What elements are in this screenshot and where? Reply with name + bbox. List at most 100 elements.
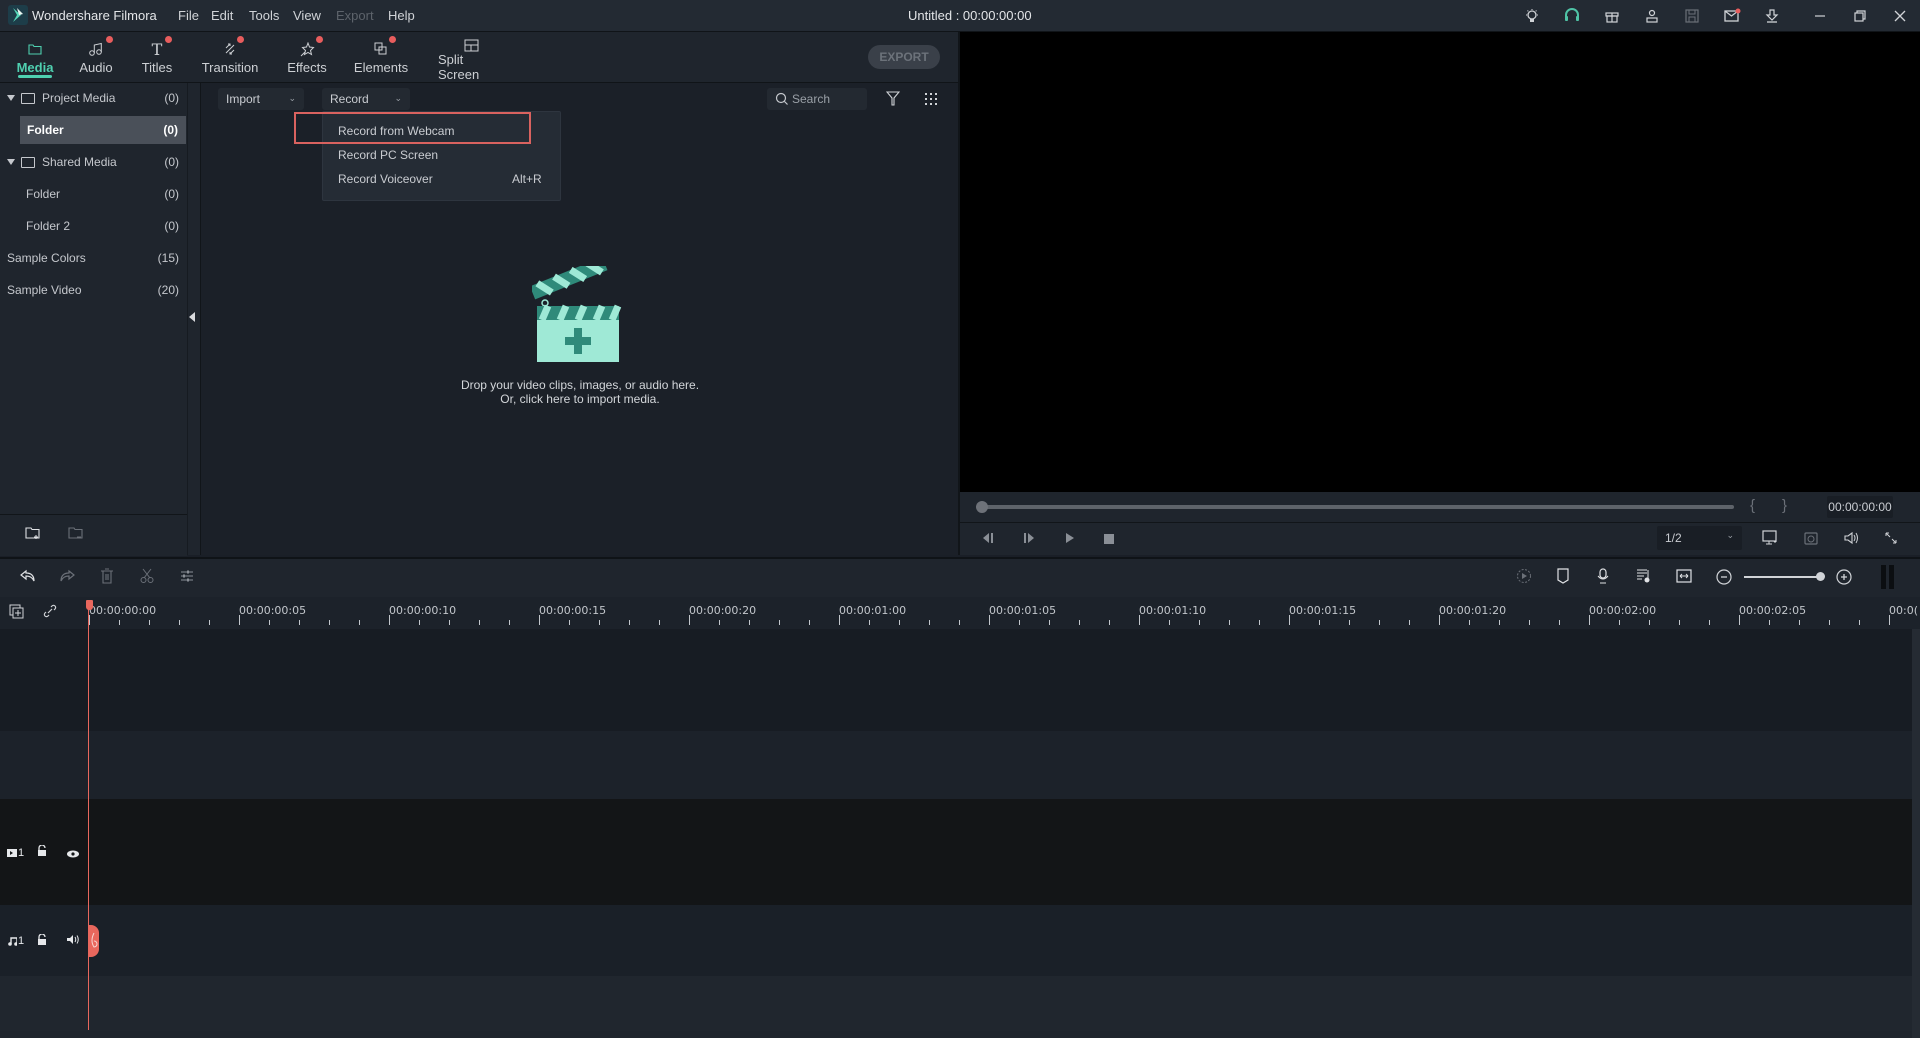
- preview-timecode: 00:00:00:00: [1827, 496, 1893, 518]
- ruler-minor-tick: [1529, 620, 1530, 625]
- clapperboard-add-icon[interactable]: [529, 257, 624, 365]
- preview-progress-track[interactable]: [978, 505, 1734, 509]
- record-voiceover-mic-icon[interactable]: [1596, 568, 1610, 587]
- audio-mixer-icon[interactable]: [1636, 568, 1652, 587]
- minimize-icon[interactable]: [1809, 5, 1831, 27]
- previous-frame-icon[interactable]: [982, 532, 994, 547]
- empty-track-area[interactable]: [0, 629, 1912, 731]
- ruler-minor-tick: [509, 620, 510, 625]
- fit-to-timeline-icon[interactable]: [1676, 569, 1692, 586]
- collapse-panel-arrow-icon[interactable]: [189, 312, 195, 322]
- expand-caret-icon[interactable]: [7, 95, 15, 101]
- ruler-time-label: 00:00:00:10: [389, 604, 457, 617]
- tree-item-folder[interactable]: Folder (0): [0, 180, 187, 208]
- speaker-volume-icon[interactable]: [67, 934, 79, 948]
- account-icon[interactable]: [1641, 5, 1663, 27]
- tree-item-shared-media[interactable]: Shared Media (0): [0, 148, 187, 176]
- playhead-handle[interactable]: [86, 600, 93, 610]
- grid-view-icon[interactable]: [924, 92, 938, 109]
- empty-track-area[interactable]: [0, 731, 1912, 799]
- menu-item-record-voiceover[interactable]: Record Voiceover: [338, 172, 433, 186]
- timeline-zoom-slider[interactable]: [1744, 576, 1822, 578]
- restore-icon[interactable]: [1849, 5, 1871, 27]
- new-folder-icon[interactable]: [25, 526, 41, 543]
- drop-zone-line-2: Or, click here to import media.: [500, 392, 660, 406]
- video-track-1[interactable]: [0, 799, 1912, 905]
- eye-visibility-icon[interactable]: [67, 847, 79, 861]
- timeline-vertical-scrollbar[interactable]: [1912, 629, 1920, 1038]
- tab-transition[interactable]: Transition: [202, 32, 258, 82]
- expand-caret-icon[interactable]: [7, 159, 15, 165]
- ruler-minor-tick: [1349, 620, 1350, 625]
- volume-icon[interactable]: [1843, 530, 1859, 549]
- mark-out-button[interactable]: }: [1782, 497, 1787, 514]
- preview-progress-handle[interactable]: [976, 501, 988, 513]
- menu-tools[interactable]: Tools: [249, 8, 279, 23]
- tree-item-count: (20): [157, 283, 179, 297]
- ruler-time-label: 00:00:00:15: [539, 604, 607, 617]
- play-icon[interactable]: [1064, 532, 1076, 547]
- tab-effects-label: Effects: [287, 60, 327, 75]
- adjust-settings-icon[interactable]: [180, 569, 194, 586]
- ruler-time-label: 00:00:00:20: [689, 604, 757, 617]
- close-icon[interactable]: [1889, 5, 1911, 27]
- tree-item-count: (0): [164, 91, 179, 105]
- ruler-minor-tick: [659, 620, 660, 625]
- headset-support-icon[interactable]: [1561, 5, 1583, 27]
- snapshot-camera-icon[interactable]: [1803, 530, 1819, 549]
- search-input[interactable]: Search: [767, 88, 867, 110]
- zoom-out-icon[interactable]: [1716, 569, 1732, 588]
- tab-media[interactable]: Media: [14, 32, 56, 82]
- tree-item-sample-colors[interactable]: Sample Colors (15): [0, 244, 187, 272]
- tab-elements[interactable]: Elements: [353, 32, 409, 82]
- tree-item-project-media[interactable]: Project Media (0): [0, 84, 187, 112]
- tab-titles[interactable]: T Titles: [140, 32, 174, 82]
- mark-in-button[interactable]: {: [1750, 497, 1755, 514]
- display-settings-icon[interactable]: [1762, 530, 1778, 549]
- lock-open-icon[interactable]: [37, 933, 47, 949]
- menu-edit[interactable]: Edit: [211, 8, 233, 23]
- folder-icon: [21, 156, 35, 168]
- add-marker-icon[interactable]: [1556, 568, 1570, 587]
- record-dropdown[interactable]: Record ⌄: [322, 88, 410, 110]
- menu-item-record-pc-screen[interactable]: Record PC Screen: [338, 148, 438, 162]
- gift-icon[interactable]: [1601, 5, 1623, 27]
- tree-item-sample-video[interactable]: Sample Video (20): [0, 276, 187, 304]
- menu-help[interactable]: Help: [388, 8, 415, 23]
- drop-zone-text[interactable]: Drop your video clips, images, or audio …: [420, 378, 740, 406]
- import-dropdown[interactable]: Import ⌄: [218, 88, 304, 110]
- lightbulb-icon[interactable]: [1521, 5, 1543, 27]
- menu-file[interactable]: File: [178, 8, 199, 23]
- zoom-in-icon[interactable]: [1836, 569, 1852, 588]
- ruler-minor-tick: [299, 620, 300, 625]
- menu-view[interactable]: View: [293, 8, 321, 23]
- video-track-label: 1: [7, 847, 24, 859]
- timeline-horizontal-scrollbar[interactable]: [0, 1031, 1920, 1038]
- tab-split-screen[interactable]: Split Screen: [438, 32, 504, 82]
- timeline-panel-handle[interactable]: [1881, 565, 1895, 589]
- tree-item-folder-2[interactable]: Folder 2 (0): [0, 212, 187, 240]
- playhead-drag-tab[interactable]: [88, 925, 99, 957]
- audio-track-1[interactable]: [0, 905, 1912, 976]
- undo-icon[interactable]: [20, 569, 36, 586]
- audio-track-number: 1: [18, 935, 25, 947]
- ruler-time-label: 00:00:01:15: [1289, 604, 1357, 617]
- search-placeholder: Search: [792, 92, 831, 106]
- playhead-line[interactable]: [88, 600, 89, 1030]
- lock-open-icon[interactable]: [37, 844, 47, 860]
- tree-item-folder-selected[interactable]: Folder (0): [20, 116, 186, 144]
- tree-item-count: (0): [164, 155, 179, 169]
- filter-icon[interactable]: [885, 91, 901, 109]
- text-icon: T: [151, 39, 163, 59]
- download-icon[interactable]: [1761, 5, 1783, 27]
- tab-effects[interactable]: Effects: [287, 32, 327, 82]
- preview-quality-dropdown[interactable]: 1/2 ⌄: [1657, 526, 1742, 550]
- tab-elements-label: Elements: [353, 60, 409, 75]
- fullscreen-icon[interactable]: [1884, 531, 1898, 548]
- timeline-zoom-handle[interactable]: [1816, 572, 1825, 581]
- empty-track-area[interactable]: [0, 976, 1912, 1031]
- mail-icon[interactable]: [1721, 5, 1743, 27]
- stop-icon[interactable]: [1104, 533, 1114, 547]
- tab-audio[interactable]: Audio: [78, 32, 114, 82]
- play-frame-icon[interactable]: [1023, 532, 1035, 547]
